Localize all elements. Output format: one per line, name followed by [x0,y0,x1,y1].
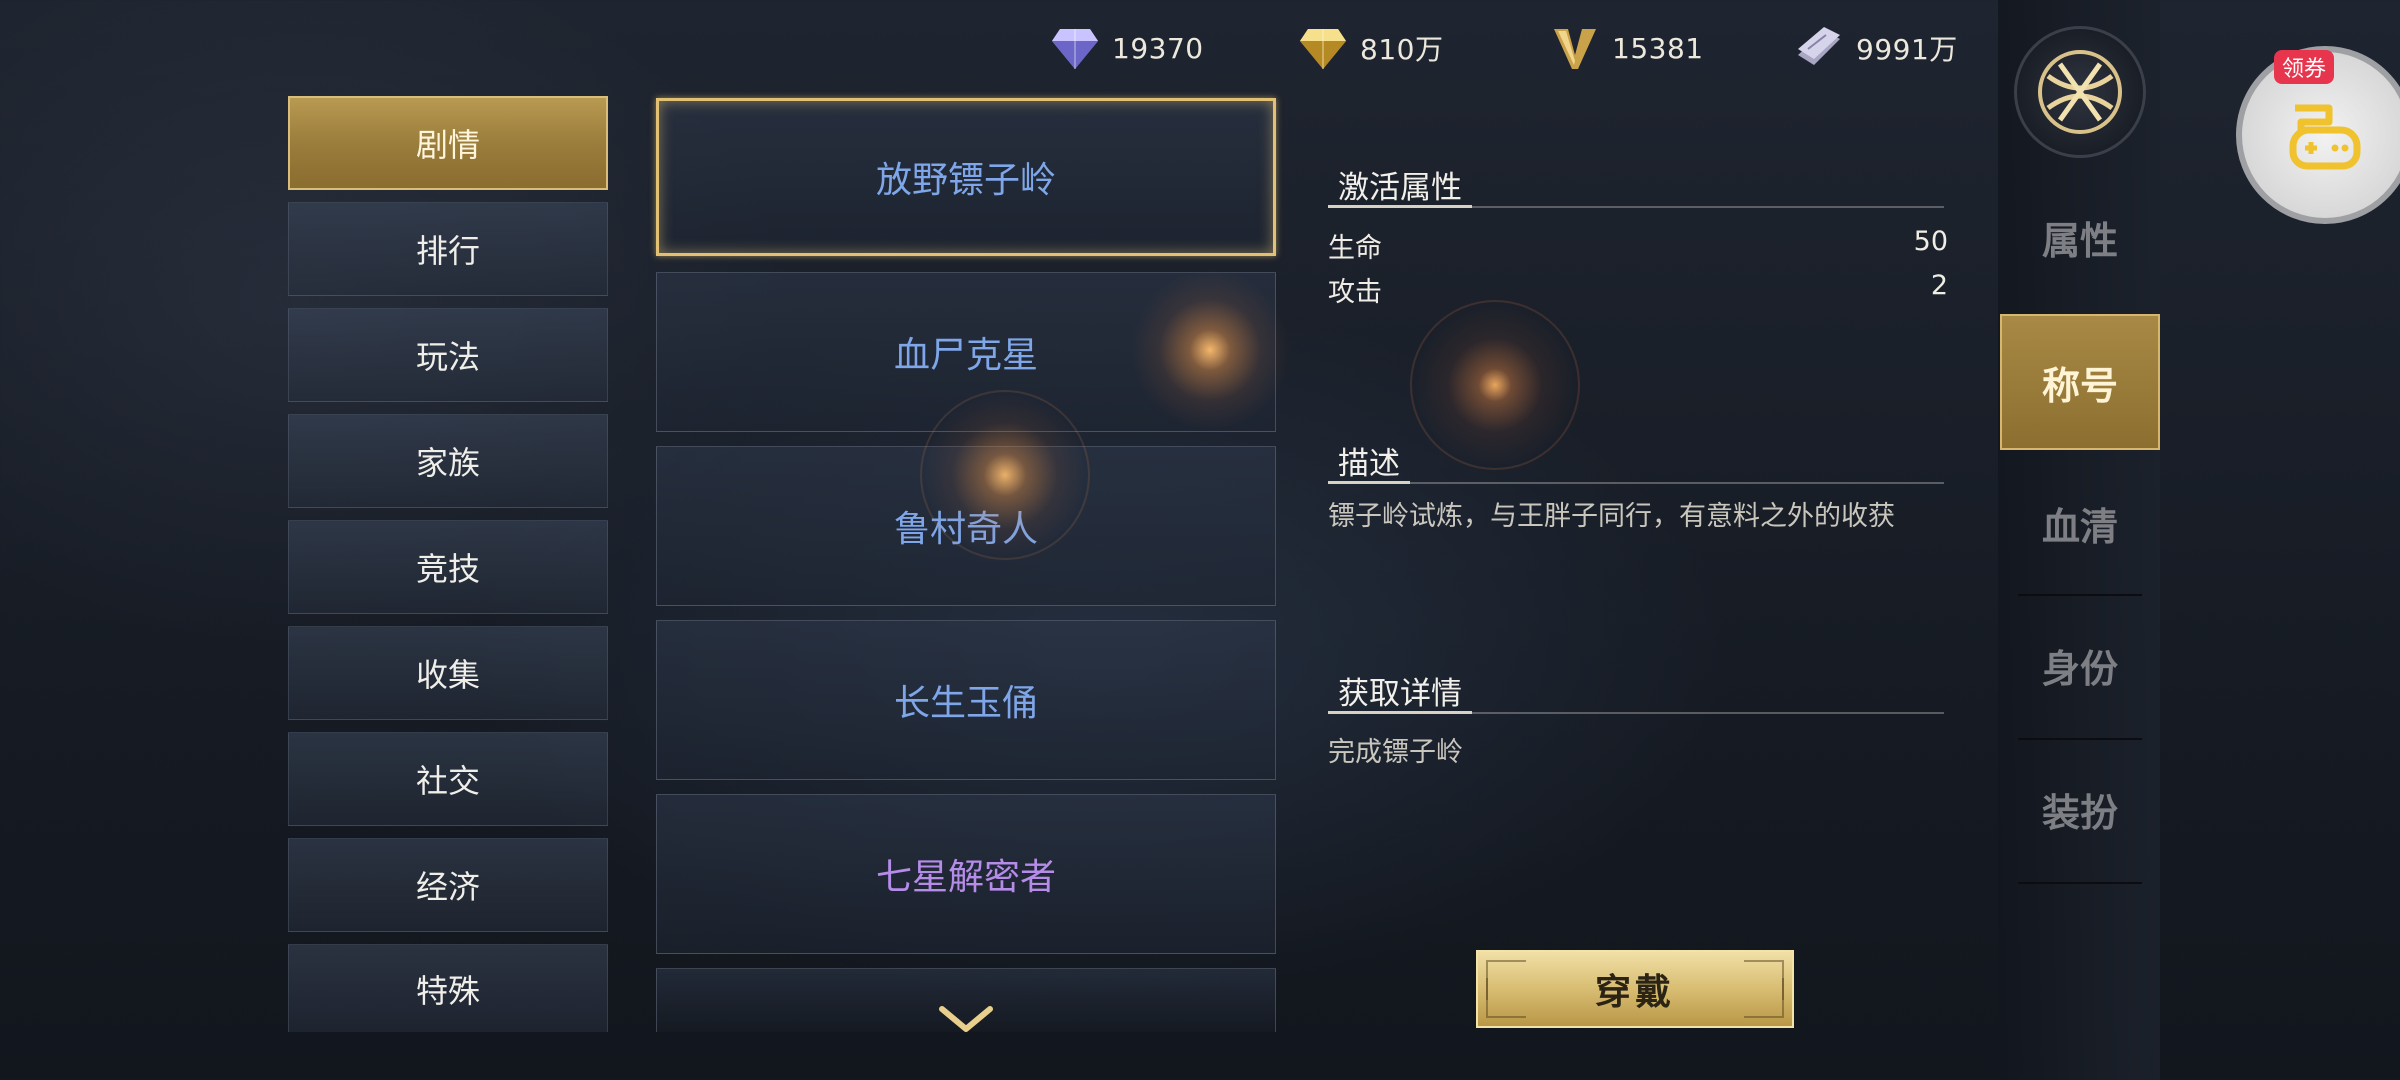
gold-diamond-icon [1300,29,1346,69]
category-label: 玩法 [415,338,480,376]
title-label: 放野镖子岭 [875,160,1056,201]
stat-row-hp: 生命 50 [1328,226,1948,265]
attributes-heading: 激活属性 [1328,162,1944,208]
category-ranking[interactable]: 排行 [288,202,608,296]
gamepad-icon [2289,104,2361,170]
crossed-emblem-icon [2038,50,2122,134]
button-ornament [1486,978,1526,1018]
list-scroll-more[interactable] [656,968,1276,1032]
category-collection[interactable]: 收集 [288,626,608,720]
description-heading: 描述 [1328,438,1944,484]
description-heading-text: 描述 [1328,438,1410,484]
equip-button[interactable]: 穿戴 [1476,950,1794,1028]
silver-ticket-icon [1798,27,1840,65]
title-item-3[interactable]: 长生玉俑 [656,620,1276,780]
diamond-amount: 19370 [1112,31,1204,65]
equip-button-label: 穿戴 [1594,971,1675,1013]
category-label: 排行 [415,232,480,270]
purple-diamond-icon [1052,29,1098,69]
category-arena[interactable]: 竞技 [288,520,608,614]
v-amount: 15381 [1612,31,1704,65]
description-text: 镖子岭试炼，与王胖子同行，有意料之外的收获 [1328,501,1895,532]
title-item-1[interactable]: 血尸克星 [656,272,1276,432]
category-label: 竞技 [415,550,480,588]
title-label: 血尸克星 [893,335,1038,376]
tab-label: 血清 [2041,503,2118,549]
tab-divider [2018,594,2142,596]
gold-amount: 810万 [1360,33,1444,66]
stat-name: 生命 [1328,233,1382,264]
category-family[interactable]: 家族 [288,414,608,508]
category-economy[interactable]: 经济 [288,838,608,932]
stat-row-attack: 攻击 2 [1328,270,1948,309]
currency-gold: 810万 [1298,26,1443,70]
category-label: 社交 [415,762,480,800]
tab-titles[interactable]: 称号 [2000,314,2160,450]
title-label: 长生玉俑 [893,683,1038,724]
category-special[interactable]: 特殊 [288,944,608,1032]
acquire-heading: 获取详情 [1328,668,1944,714]
title-label: 鲁村奇人 [893,509,1038,550]
currency-ticket: 9991万 [1794,26,1958,70]
tab-divider [2018,738,2142,740]
category-label: 家族 [415,444,480,482]
category-label: 收集 [415,656,480,694]
tab-label: 称号 [2041,362,2118,408]
tab-label: 装扮 [2041,789,2118,835]
currency-v: 15381 [1550,26,1704,70]
category-gameplay[interactable]: 玩法 [288,308,608,402]
attributes-heading-text: 激活属性 [1328,162,1472,208]
acquire-heading-text: 获取详情 [1328,668,1472,714]
title-label: 七星解密者 [875,857,1056,898]
stat-value: 50 [1913,226,1948,257]
acquire-text: 完成镖子岭 [1328,737,1463,768]
title-item-4[interactable]: 七星解密者 [656,794,1276,954]
category-story[interactable]: 剧情 [288,96,608,190]
tab-divider [2018,882,2142,884]
tab-outfit[interactable]: 装扮 [2020,764,2140,854]
tab-label: 身份 [2041,645,2118,691]
coupon-badge[interactable]: 领券 [2274,50,2335,84]
title-item-0[interactable]: 放野镖子岭 [656,98,1276,256]
ticket-amount: 9991万 [1856,33,1958,66]
chevron-down-icon[interactable] [936,1003,996,1039]
button-ornament [1744,978,1784,1018]
category-label: 经济 [415,868,480,906]
category-label: 特殊 [415,971,480,1010]
tab-identity[interactable]: 身份 [2020,620,2140,710]
stat-value: 2 [1930,270,1948,301]
v-coin-icon [1554,29,1596,69]
currency-diamond: 19370 [1050,26,1204,70]
tab-serum[interactable]: 血清 [2020,478,2140,568]
game-logo[interactable] [2014,26,2146,158]
title-item-2[interactable]: 鲁村奇人 [656,446,1276,606]
category-label: 剧情 [415,126,480,164]
tab-label: 属性 [2041,217,2118,263]
category-social[interactable]: 社交 [288,732,608,826]
tab-attributes[interactable]: 属性 [2020,192,2140,282]
stat-name: 攻击 [1328,277,1382,308]
